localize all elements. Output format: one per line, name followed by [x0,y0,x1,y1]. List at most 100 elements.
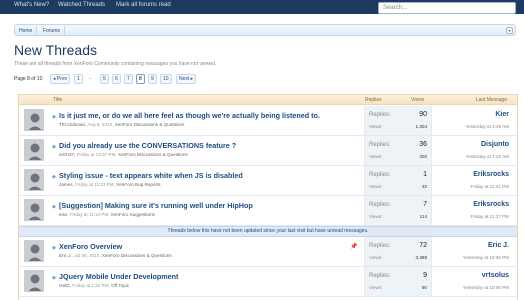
thread-forum[interactable]: Off Topic [111,283,129,288]
page-link[interactable]: 9 [148,74,157,84]
column-views[interactable]: Views [411,97,424,103]
replies-label: Replies: [369,273,391,279]
thread-forum[interactable]: XenForo Discussions & Questions [115,122,185,127]
tab-mark-forums-read[interactable]: Mark all forums read [116,2,171,8]
thread-forum[interactable]: XenForo Discussions & Questions [118,152,188,157]
thread-meta: James, Friday at 11:23 PM, XenForo Bug R… [59,182,161,187]
thread-title[interactable]: XenForo Overview [59,242,122,251]
views-label: Views: [369,285,383,290]
last-message-user[interactable]: Eriksrocks [473,201,509,208]
page-link[interactable]: 7 [124,74,133,84]
views-label: Views: [369,214,383,219]
thread-meta: Eric J., Jul 30, 2010, XenForo Discussio… [59,253,172,258]
page-jump-icon[interactable]: ← [88,75,93,81]
thread-title[interactable]: Did you already use the CONVERSATIONS fe… [59,141,236,150]
thread-forum[interactable]: XenForo Bug Reports [116,182,160,187]
last-message-time[interactable]: Friday at 11:41 PM [471,184,509,189]
thread-stats: Replies: 90 Views: 1,304 [364,106,432,135]
thread-stats: Replies: 7 Views: 114 [364,196,432,225]
avatar[interactable] [24,109,44,131]
last-message-time[interactable]: Yesterday at 2:23 AM [466,154,510,159]
thread-author[interactable]: Eric J., [59,253,73,258]
replies-label: Replies: [369,142,391,148]
thread-row: ◆ Did you already use the CONVERSATIONS … [19,136,517,166]
last-message-time[interactable]: Yesterday at 10:09 PM [463,255,509,260]
unread-divider-note: Threads below this have not been updated… [19,226,517,237]
thread-date: Friday at 11:23 PM, [75,182,115,187]
next-page-button[interactable]: Next ▸ [176,74,197,84]
thread-meta: erich37, Friday at 12:37 PM, XenForo Dis… [59,152,188,157]
thread-author[interactable]: GetD, [59,283,71,288]
view-count: 114 [419,214,427,219]
last-message-time[interactable]: Yesterday at 10:06 PM [463,285,509,290]
view-count: 300 [419,154,427,159]
last-message-user[interactable]: Eriksrocks [473,171,509,178]
breadcrumb-forums[interactable]: Forums [39,26,65,36]
thread-row: ◆ XenForo Overview Eric J., Jul 30, 2010… [19,237,517,267]
replies-label: Replies: [369,202,391,208]
last-message-user[interactable]: Disjunto [481,141,509,148]
last-message-time[interactable]: Yesterday at 2:36 AM [466,124,510,129]
views-label: Views: [369,255,383,260]
view-count: 1,304 [415,124,428,129]
thread-forum[interactable]: XenForo Suggestions [111,212,155,217]
prev-page-button[interactable]: ◂ Prev [50,74,71,84]
avatar[interactable] [24,240,44,262]
column-last-message[interactable]: Last Message [476,97,507,103]
page-link[interactable]: 1 [74,74,83,84]
thread-meta: GetD, Friday at 1:32 PM, Off Topic [59,283,129,288]
reply-count: 1 [423,171,427,178]
thread-title[interactable]: JQuery Mobile Under Development [59,272,178,281]
page-link[interactable]: 6 [112,74,121,84]
thread-title[interactable]: [Suggestion] Making sure it's running we… [59,201,253,210]
view-count: 3,389 [415,255,428,260]
sticky-pin-icon: 📌 [350,244,358,250]
reply-count: 36 [419,141,427,148]
last-message-user[interactable]: Kier [495,111,509,118]
tab-watched-threads[interactable]: Watched Threads [58,2,105,8]
thread-date: Aug 6, 2010, [87,122,114,127]
thread-author[interactable]: ThCclubman, [59,122,86,127]
thread-forum[interactable]: XenForo Discussions & Questions [102,253,172,258]
thread-list: Title Replies Views Last Message ◆ Is it… [18,94,518,300]
thread-author[interactable]: eisx, [59,212,68,217]
thread-row: ◆ Styling issue - text appears white whe… [19,166,517,196]
column-replies[interactable]: Replies [365,97,382,103]
views-label: Views: [369,184,383,189]
last-message-user[interactable]: Eric J. [488,242,509,249]
current-page: 8 [136,74,145,84]
thread-meta: ThCclubman, Aug 6, 2010, XenForo Discuss… [59,122,184,127]
avatar-icon [25,140,43,160]
avatar[interactable] [24,199,44,221]
thread-status-icon: ◆ [52,144,56,150]
last-message-user[interactable]: vrtsolus [482,272,509,279]
column-title[interactable]: Title [53,97,62,103]
replies-label: Replies: [369,172,391,178]
replies-label: Replies: [369,243,391,249]
avatar[interactable] [24,139,44,161]
thread-title[interactable]: Styling issue - text appears white when … [59,171,243,180]
breadcrumb-menu-icon[interactable]: ▾ [506,27,513,34]
thread-status-icon: ◆ [52,114,56,120]
breadcrumb: Home Forums ▾ [14,24,516,36]
breadcrumb-home[interactable]: Home [15,26,38,36]
thread-stats: Replies: 9 Views: 90 [364,267,432,296]
search-input[interactable]: Search... [378,2,516,14]
thread-author[interactable]: erich37, [59,152,75,157]
tab-whats-new[interactable]: What's New? [14,2,49,8]
column-headers: Title Replies Views Last Message [19,95,517,105]
page-link[interactable]: 10 [160,74,172,84]
page-link[interactable]: 5 [100,74,109,84]
thread-title[interactable]: Is it just me, or do we all here feel as… [59,111,320,120]
thread-author[interactable]: James, [59,182,74,187]
avatar[interactable] [24,270,44,292]
last-message-time[interactable]: Friday at 11:37 PM [471,214,509,219]
thread-meta: eisx, Friday at 11:10 PM, XenForo Sugges… [59,212,155,217]
top-navigation: What's New? Watched Threads Mark all for… [0,0,524,14]
thread-date: Friday at 1:32 PM, [72,283,110,288]
reply-count: 9 [423,272,427,279]
avatar[interactable] [24,169,44,191]
thread-stats: Replies: 72 Views: 3,389 [364,237,432,266]
thread-date: Friday at 12:37 PM, [76,152,117,157]
reply-count: 72 [419,242,427,249]
